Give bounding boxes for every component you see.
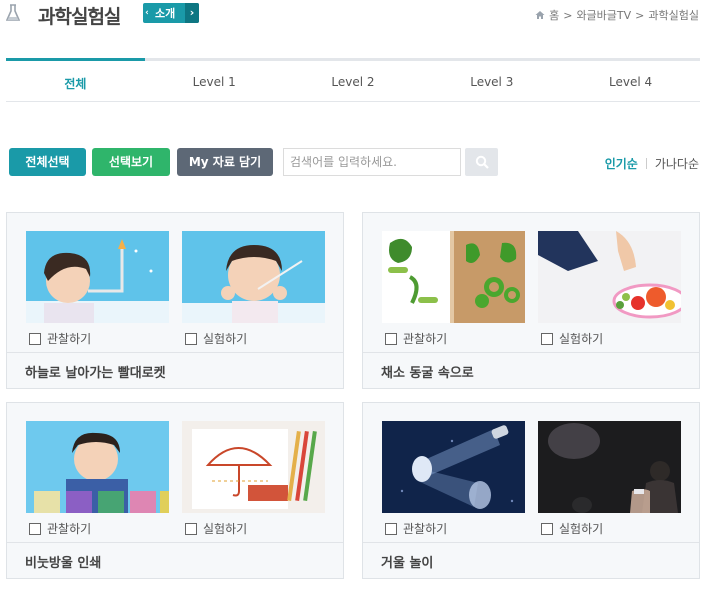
experiment-card[interactable]: 관찰하기 실험하기 채소 동굴 속으로 (362, 212, 700, 389)
observe-checkbox[interactable]: 관찰하기 (29, 520, 91, 537)
experiment-thumbnail[interactable] (182, 231, 325, 323)
tab-level-3[interactable]: Level 3 (422, 61, 561, 101)
card-title[interactable]: 하늘로 날아가는 빨대로켓 (7, 352, 343, 388)
observe-thumbnail[interactable] (26, 231, 169, 323)
breadcrumb-current: 과학실험실 (648, 9, 699, 22)
observe-checkbox[interactable]: 관찰하기 (385, 330, 447, 347)
checkbox[interactable] (185, 332, 197, 345)
observe-label: 관찰하기 (47, 332, 92, 346)
experiment-checkbox[interactable]: 실험하기 (185, 520, 247, 537)
observe-checkbox[interactable]: 관찰하기 (29, 330, 91, 347)
sort-alphabetical[interactable]: 가나다순 (655, 155, 699, 172)
experiment-checkbox[interactable]: 실험하기 (185, 330, 247, 347)
page-header: 과학실험실 ‹ 소개 › 홈 > 와글바글TV > 과학실험실 (0, 0, 713, 30)
add-to-my-button[interactable]: My 자료 담기 (177, 148, 273, 176)
checkbox[interactable] (385, 522, 397, 535)
experiment-card[interactable]: 관찰하기 실험하기 하늘로 날아가는 빨대로켓 (6, 212, 344, 389)
tab-level-2[interactable]: Level 2 (284, 61, 423, 101)
experiment-thumbnail[interactable] (182, 421, 325, 513)
search-button[interactable] (465, 148, 498, 176)
experiment-label: 실험하기 (203, 332, 248, 346)
card-media: 관찰하기 실험하기 (363, 213, 699, 352)
checkbox[interactable] (29, 522, 41, 535)
checkbox[interactable] (29, 332, 41, 345)
observe-thumbnail[interactable] (382, 231, 525, 323)
checkbox[interactable] (541, 522, 553, 535)
chevron-left-icon: ‹ (145, 8, 149, 18)
checkbox[interactable] (541, 332, 553, 345)
observe-label: 관찰하기 (47, 522, 92, 536)
experiment-card[interactable]: 관찰하기 실험하기 거울 놀이 (362, 402, 700, 579)
checkbox[interactable] (385, 332, 397, 345)
breadcrumb: 홈 > 와글바글TV > 과학실험실 (535, 7, 699, 23)
page-title: 과학실험실 (38, 6, 121, 28)
observe-checkbox[interactable]: 관찰하기 (385, 520, 447, 537)
breadcrumb-home[interactable]: 홈 (549, 7, 559, 23)
select-all-button[interactable]: 전체선택 (9, 148, 86, 176)
observe-thumbnail[interactable] (26, 421, 169, 513)
chevron-right-icon: > (563, 8, 573, 22)
home-icon (535, 11, 545, 19)
card-media: 관찰하기 실험하기 (7, 403, 343, 542)
tab-level-4[interactable]: Level 4 (561, 61, 700, 101)
card-media: 관찰하기 실험하기 (7, 213, 343, 352)
tab-level-1[interactable]: Level 1 (145, 61, 284, 101)
experiment-card[interactable]: 관찰하기 실험하기 비눗방울 인쇄 (6, 402, 344, 579)
card-title[interactable]: 채소 동굴 속으로 (363, 352, 699, 388)
experiment-checkbox[interactable]: 실험하기 (541, 520, 603, 537)
chevron-right-icon: › (185, 3, 199, 23)
card-title[interactable]: 거울 놀이 (363, 542, 699, 578)
level-tabs: 전체 Level 1 Level 2 Level 3 Level 4 (6, 58, 700, 102)
observe-label: 관찰하기 (403, 332, 448, 346)
experiment-checkbox[interactable]: 실험하기 (541, 330, 603, 347)
search-input[interactable] (283, 148, 461, 176)
experiment-thumbnail[interactable] (538, 231, 681, 323)
intro-button[interactable]: ‹ 소개 › (143, 3, 199, 23)
experiment-thumbnail[interactable] (538, 421, 681, 513)
search-icon (475, 155, 489, 169)
observe-label: 관찰하기 (403, 522, 448, 536)
checkbox[interactable] (185, 522, 197, 535)
observe-thumbnail[interactable] (382, 421, 525, 513)
experiment-label: 실험하기 (559, 522, 604, 536)
experiment-label: 실험하기 (203, 522, 248, 536)
intro-button-label: 소개 (155, 7, 176, 20)
card-media: 관찰하기 실험하기 (363, 403, 699, 542)
flask-icon (6, 4, 20, 21)
divider (645, 158, 647, 169)
sort-popular[interactable]: 인기순 (605, 155, 638, 172)
sort-options: 인기순 가나다순 (605, 155, 699, 172)
breadcrumb-tv[interactable]: 와글바글TV (576, 7, 631, 23)
tab-all[interactable]: 전체 (6, 58, 145, 101)
view-selected-button[interactable]: 선택보기 (92, 148, 170, 176)
card-title[interactable]: 비눗방울 인쇄 (7, 542, 343, 578)
chevron-right-icon: > (635, 8, 645, 22)
experiment-label: 실험하기 (559, 332, 604, 346)
